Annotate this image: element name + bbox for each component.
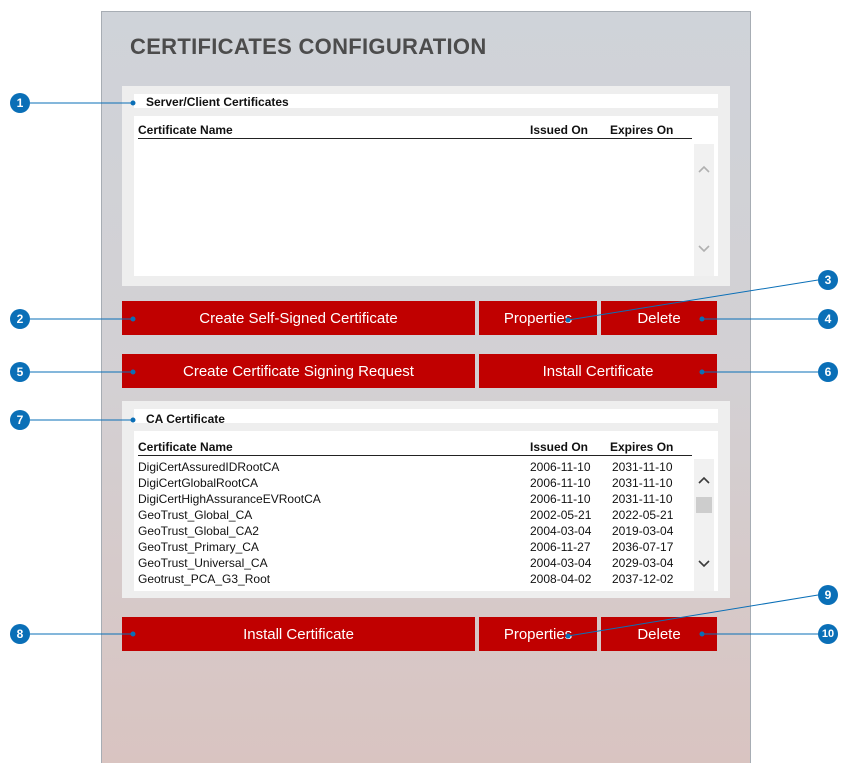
column-header-issued[interactable]: Issued On: [530, 440, 588, 454]
table-row[interactable]: GeoTrust_Universal_CA 2004-03-04 2029-03…: [138, 556, 694, 571]
cell-issued: 2008-04-02: [530, 572, 592, 586]
column-header-name[interactable]: Certificate Name: [138, 123, 233, 137]
chevron-up-icon[interactable]: [697, 475, 711, 485]
callout-marker: 3: [818, 270, 838, 290]
cell-issued: 2006-11-10: [530, 492, 591, 506]
cell-name: GeoTrust_Global_CA2: [138, 524, 259, 538]
cell-name: DigiCertGlobalRootCA: [138, 476, 259, 490]
table-row[interactable]: DigiCertAssuredIDRootCA 2006-11-10 2031-…: [138, 460, 694, 475]
cell-expires: 2022-05-21: [612, 508, 674, 522]
create-self-signed-certificate-button[interactable]: Create Self-Signed Certificate: [122, 301, 475, 335]
callout-marker: 8: [10, 624, 30, 644]
callout-marker: 7: [10, 410, 30, 430]
cell-expires: 2031-11-10: [612, 476, 673, 490]
cell-name: GeoTrust_Universal_CA: [138, 556, 268, 570]
cell-issued: 2004-03-04: [530, 524, 592, 538]
table-row[interactable]: DigiCertGlobalRootCA 2006-11-10 2031-11-…: [138, 476, 694, 491]
header-divider: [138, 138, 692, 139]
callout-marker: 10: [818, 624, 838, 644]
ca-certificate-section: CA Certificate Certificate Name Issued O…: [122, 401, 730, 598]
header-divider: [138, 455, 692, 456]
properties-button[interactable]: Properties: [479, 301, 597, 335]
scrollbar-thumb[interactable]: [696, 497, 712, 513]
cell-name: GeoTrust_Primary_CA: [138, 540, 259, 554]
cell-expires: 2036-07-17: [612, 540, 674, 554]
cell-name: GeoTrust_Global_CA: [138, 508, 253, 522]
table-row[interactable]: DigiCertHighAssuranceEVRootCA 2006-11-10…: [138, 492, 694, 507]
cell-issued: 2006-11-10: [530, 460, 591, 474]
chevron-down-icon[interactable]: [697, 559, 711, 569]
cell-issued: 2006-11-27: [530, 540, 591, 554]
column-header-issued[interactable]: Issued On: [530, 123, 588, 137]
cell-issued: 2002-05-21: [530, 508, 592, 522]
callout-marker: 4: [818, 309, 838, 329]
column-header-name[interactable]: Certificate Name: [138, 440, 233, 454]
table-row[interactable]: GeoTrust_Global_CA2 2004-03-04 2019-03-0…: [138, 524, 694, 539]
certificate-list[interactable]: Certificate Name Issued On Expires On: [134, 116, 718, 276]
cell-name: DigiCertAssuredIDRootCA: [138, 460, 280, 474]
column-header-expires[interactable]: Expires On: [610, 440, 673, 454]
callout-marker: 1: [10, 93, 30, 113]
cell-name: Geotrust_PCA_G3_Root: [138, 572, 271, 586]
chevron-down-icon[interactable]: [697, 244, 711, 254]
install-ca-certificate-button[interactable]: Install Certificate: [122, 617, 475, 651]
cell-name: DigiCertHighAssuranceEVRootCA: [138, 492, 321, 506]
chevron-up-icon[interactable]: [697, 164, 711, 174]
callout-marker: 6: [818, 362, 838, 382]
table-row[interactable]: GeoTrust_Primary_CA 2006-11-27 2036-07-1…: [138, 540, 694, 555]
page-title: CERTIFICATES CONFIGURATION: [130, 34, 487, 59]
cell-expires: 2031-11-10: [612, 460, 673, 474]
ca-rows: DigiCertAssuredIDRootCA 2006-11-10 2031-…: [134, 459, 718, 591]
cell-issued: 2006-11-10: [530, 476, 591, 490]
callout-marker: 9: [818, 585, 838, 605]
section-title: CA Certificate: [146, 412, 225, 426]
ca-delete-button[interactable]: Delete: [601, 617, 717, 651]
ca-properties-button[interactable]: Properties: [479, 617, 597, 651]
cell-expires: 2019-03-04: [612, 524, 674, 538]
ca-certificate-list[interactable]: Certificate Name Issued On Expires On Di…: [134, 431, 718, 591]
section-title: Server/Client Certificates: [146, 95, 289, 109]
cell-expires: 2037-12-02: [612, 572, 674, 586]
cell-issued: 2004-03-04: [530, 556, 592, 570]
column-header-expires[interactable]: Expires On: [610, 123, 673, 137]
table-row[interactable]: Geotrust_PCA_G3_Root 2008-04-02 2037-12-…: [138, 572, 694, 587]
table-row[interactable]: GeoTrust_Global_CA 2002-05-21 2022-05-21: [138, 508, 694, 523]
cell-expires: 2031-11-10: [612, 492, 673, 506]
delete-button[interactable]: Delete: [601, 301, 717, 335]
create-certificate-signing-request-button[interactable]: Create Certificate Signing Request: [122, 354, 475, 388]
install-certificate-button[interactable]: Install Certificate: [479, 354, 717, 388]
cell-expires: 2029-03-04: [612, 556, 674, 570]
server-client-certificates-section: Server/Client Certificates Certificate N…: [122, 86, 730, 286]
callout-marker: 5: [10, 362, 30, 382]
callout-marker: 2: [10, 309, 30, 329]
